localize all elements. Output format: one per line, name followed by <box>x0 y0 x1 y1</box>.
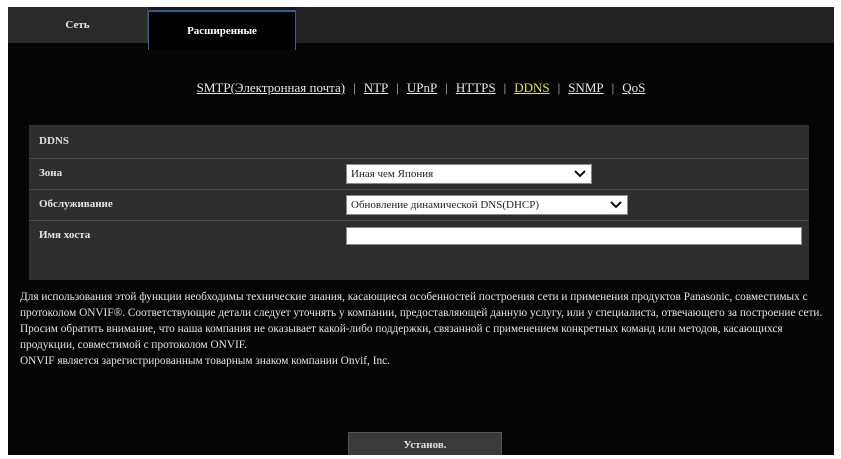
settings-window: Сеть Расширенные SMTP(Электронная почта)… <box>8 7 834 455</box>
service-label: Обслуживание <box>39 198 113 210</box>
info-paragraph: Просим обратить внимание, что наша компа… <box>20 323 783 351</box>
submit-button[interactable]: Установ. <box>348 432 502 455</box>
tab-network-label: Сеть <box>65 19 90 31</box>
service-select[interactable]: Обновление динамической DNS(DHCP) <box>346 195 628 215</box>
subnav-separator: | <box>396 80 399 95</box>
subnav-link-qos[interactable]: QoS <box>622 80 645 95</box>
tab-extended-label: Расширенные <box>187 25 257 37</box>
info-paragraph: ONVIF является зарегистрированным товарн… <box>20 355 390 367</box>
subnav-link-ntp[interactable]: NTP <box>364 80 389 95</box>
subnav-separator: | <box>445 80 448 95</box>
subnav-link-smtp[interactable]: SMTP(Электронная почта) <box>197 80 345 95</box>
info-text: Для использования этой функции необходим… <box>20 289 826 369</box>
subnav-separator: | <box>503 80 507 95</box>
row-zone: Зона Иная чем Япония <box>29 158 809 189</box>
zone-select-value: Иная чем Япония <box>351 168 434 180</box>
row-service: Обслуживание Обновление динамической DNS… <box>29 189 809 220</box>
chevron-down-icon <box>571 166 589 182</box>
info-paragraph: Для использования этой функции необходим… <box>20 291 823 319</box>
subnav-separator: | <box>353 80 356 95</box>
subnav-link-ddns[interactable]: DDNS <box>514 80 549 95</box>
tab-bar-filler <box>296 7 834 43</box>
chevron-down-icon <box>607 197 625 213</box>
tab-bar: Сеть Расширенные <box>8 7 834 50</box>
subnav-separator: | <box>611 80 615 95</box>
tab-extended[interactable]: Расширенные <box>148 10 296 50</box>
row-hostname: Имя хоста <box>29 220 809 251</box>
hostname-input[interactable] <box>346 227 802 245</box>
panel-title: DDNS <box>39 135 69 147</box>
subnav-link-https[interactable]: HTTPS <box>456 80 496 95</box>
zone-label: Зона <box>39 167 63 179</box>
hostname-label: Имя хоста <box>39 229 91 241</box>
subnav-separator: | <box>557 80 561 95</box>
sub-navigation: SMTP(Электронная почта) | NTP | UPnP | HTTPS | D… <box>8 80 834 96</box>
ddns-panel: DDNS Зона Иная чем Япония Обслуживание О… <box>29 125 809 280</box>
zone-select[interactable]: Иная чем Япония <box>346 164 592 184</box>
service-select-value: Обновление динамической DNS(DHCP) <box>351 199 540 211</box>
subnav-link-snmp[interactable]: SNMP <box>568 80 603 95</box>
tab-network[interactable]: Сеть <box>8 7 148 43</box>
subnav-link-upnp[interactable]: UPnP <box>407 80 437 95</box>
